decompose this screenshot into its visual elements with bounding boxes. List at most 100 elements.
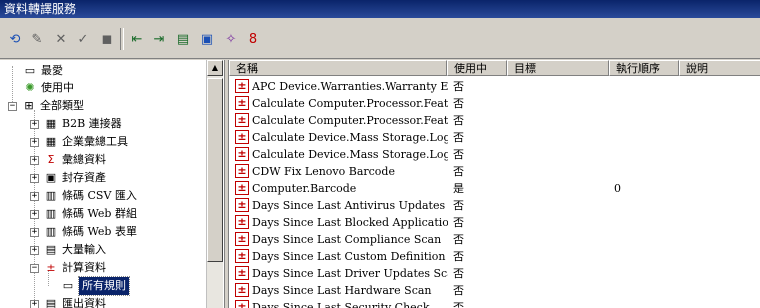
run-icon[interactable]: ✧ bbox=[222, 30, 240, 48]
expand-icon[interactable]: + bbox=[30, 227, 39, 237]
tree-node-icon: Σ bbox=[47, 153, 55, 166]
tree-item-computed-data[interactable]: − ± 計算資料 bbox=[30, 259, 106, 277]
list-row[interactable]: ± CDW Fix Lenovo Barcode 否 bbox=[229, 163, 760, 180]
rule-name: CDW Fix Lenovo Barcode bbox=[252, 165, 395, 178]
tree-item-all-types[interactable]: − ⊞ 全部類型 bbox=[8, 97, 84, 115]
approve-icon[interactable]: ✓ bbox=[74, 30, 92, 48]
rule-icon: ± bbox=[235, 96, 249, 110]
stop-icon[interactable]: ◼ bbox=[98, 30, 116, 48]
rule-icon: ± bbox=[235, 215, 249, 229]
list-row[interactable]: ±Days Since Last Antivirus Updates Scan 否 bbox=[229, 197, 760, 214]
tree-item-active[interactable]: ✺ 使用中 bbox=[22, 79, 74, 97]
list-row[interactable]: ± Days Since Last Security Check 否 bbox=[229, 299, 760, 308]
rule-icon: ± bbox=[235, 181, 249, 195]
tree-node-label: 條碼 Web 群組 bbox=[62, 207, 137, 220]
tree-item-export-data[interactable]: + ▤ 匯出資料 bbox=[30, 295, 106, 308]
import-icon[interactable]: ⇤ bbox=[128, 30, 146, 48]
list-row[interactable]: ±APC Device.Warranties.Warranty Expi... 否 bbox=[229, 78, 760, 95]
report-icon[interactable]: ▤ bbox=[174, 30, 192, 48]
tree-node-label: 全部類型 bbox=[40, 99, 84, 112]
refresh-icon[interactable]: ⟲ bbox=[6, 30, 24, 48]
tree-node-icon: ▭ bbox=[24, 64, 36, 77]
list-row[interactable]: ±Calculate Computer.Processor.Features..… bbox=[229, 95, 760, 112]
tree-item-archived-assets[interactable]: + ▣ 封存資產 bbox=[30, 169, 106, 187]
tree-item-enterprise-rollup[interactable]: + ▦ 企業彙總工具 bbox=[30, 133, 128, 151]
column-header-description[interactable]: 說明 bbox=[679, 60, 760, 76]
tree-scrollbar[interactable]: ▲ bbox=[206, 60, 223, 308]
rules-list: 名稱 使用中 目標 執行順序 說明 ± APC Device.Warranties… bbox=[228, 60, 760, 308]
rule-active: 否 bbox=[453, 97, 464, 110]
tree-node-label: 最愛 bbox=[41, 64, 63, 77]
rule-icon: ± bbox=[235, 130, 249, 144]
rule-active: 是 bbox=[453, 182, 464, 195]
tree-item-rollup-data[interactable]: + Σ 彙總資料 bbox=[30, 151, 106, 169]
order-icon[interactable]: 8 bbox=[244, 30, 262, 48]
rule-active: 否 bbox=[453, 233, 464, 246]
tree-item-all-rules[interactable]: ▭ 所有規則 bbox=[60, 276, 130, 296]
properties-icon[interactable]: ▣ bbox=[198, 30, 216, 48]
tree-item-bulk-input[interactable]: + ▤ 大量輸入 bbox=[30, 241, 106, 259]
rule-active: 否 bbox=[453, 250, 464, 263]
rule-name: Days Since Last Driver Updates Scan bbox=[252, 267, 448, 280]
column-header-target[interactable]: 目標 bbox=[507, 60, 609, 76]
scroll-up-icon[interactable]: ▲ bbox=[207, 60, 223, 76]
list-row[interactable]: ±Calculate Device.Mass Storage.Logical .… bbox=[229, 129, 760, 146]
rule-active: 否 bbox=[453, 216, 464, 229]
column-header-order[interactable]: 執行順序 bbox=[609, 60, 679, 76]
tree-item-favorites[interactable]: ▭ 最愛 bbox=[22, 62, 63, 80]
rule-icon: ± bbox=[235, 113, 249, 127]
list-row[interactable]: ±Calculate Device.Mass Storage.Logical .… bbox=[229, 146, 760, 163]
list-row[interactable]: ±Calculate Computer.Processor.Features..… bbox=[229, 112, 760, 129]
rule-name: Calculate Computer.Processor.Features...… bbox=[252, 114, 448, 127]
rule-active: 否 bbox=[453, 148, 464, 161]
rule-name: Days Since Last Custom Definition Scan bbox=[252, 250, 448, 263]
rule-name: Days Since Last Security Check bbox=[252, 301, 430, 308]
toolbar-separator bbox=[120, 28, 124, 50]
tree-node-icon: ▥ bbox=[45, 189, 57, 202]
list-row[interactable]: ±Days Since Last Custom Definition Scan 否 bbox=[229, 248, 760, 265]
rule-active: 否 bbox=[453, 131, 464, 144]
expand-icon[interactable]: + bbox=[30, 173, 39, 183]
expand-icon[interactable]: + bbox=[30, 191, 39, 201]
column-header-name[interactable]: 名稱 bbox=[229, 60, 447, 76]
tree-node-label: 使用中 bbox=[41, 81, 74, 94]
list-row[interactable]: ±Days Since Last Blocked Application S..… bbox=[229, 214, 760, 231]
expand-icon[interactable]: + bbox=[30, 155, 39, 165]
tree-item-barcode-csv-import[interactable]: + ▥ 條碼 CSV 匯入 bbox=[30, 187, 137, 205]
tree-node-label: B2B 連接器 bbox=[62, 117, 122, 130]
tree-node-icon: ⊞ bbox=[24, 99, 34, 112]
expand-icon[interactable]: + bbox=[30, 245, 39, 255]
delete-icon[interactable]: ✕ bbox=[52, 30, 70, 48]
rule-icon: ± bbox=[235, 266, 249, 280]
tree-item-barcode-web-group[interactable]: + ▥ 條碼 Web 群組 bbox=[30, 205, 137, 223]
expand-icon[interactable]: + bbox=[30, 299, 39, 308]
rule-icon: ± bbox=[235, 164, 249, 178]
tree-node-icon: ✺ bbox=[25, 81, 35, 94]
rule-active: 否 bbox=[453, 165, 464, 178]
tree-item-b2b-connector[interactable]: + ▦ B2B 連接器 bbox=[30, 115, 122, 133]
tree-node-icon: ▦ bbox=[45, 135, 57, 148]
list-row[interactable]: ± Days Since Last Hardware Scan 否 bbox=[229, 282, 760, 299]
category-tree[interactable]: ▭ 最愛 ✺ 使用中 − ⊞ 全部類型 + ▦ B2B 連接器 + ▦ 企業彙總工具 + Σ 彙總資料 + ▣ 封存… bbox=[0, 60, 225, 308]
scroll-thumb[interactable] bbox=[207, 78, 223, 262]
rule-name: Days Since Last Blocked Application S... bbox=[252, 216, 448, 229]
export-icon[interactable]: ⇥ bbox=[150, 30, 168, 48]
rule-active: 否 bbox=[453, 284, 464, 297]
expand-icon[interactable]: + bbox=[30, 119, 39, 129]
collapse-icon[interactable]: − bbox=[30, 263, 39, 273]
list-row[interactable]: ± Days Since Last Driver Updates Scan 否 bbox=[229, 265, 760, 282]
collapse-icon[interactable]: − bbox=[8, 101, 17, 111]
expand-icon[interactable]: + bbox=[30, 137, 39, 147]
rule-name: Calculate Computer.Processor.Features...… bbox=[252, 97, 448, 110]
list-row[interactable]: ± Days Since Last Compliance Scan 否 bbox=[229, 231, 760, 248]
list-row[interactable]: ± Computer.Barcode 是 0 bbox=[229, 180, 760, 197]
window-title: 資料轉譯服務 bbox=[4, 2, 77, 16]
rule-active: 否 bbox=[453, 114, 464, 127]
tree-item-barcode-web-form[interactable]: + ▥ 條碼 Web 表單 bbox=[30, 223, 137, 241]
rule-icon: ± bbox=[235, 300, 249, 308]
expand-icon[interactable]: + bbox=[30, 209, 39, 219]
tree-node-icon: ▥ bbox=[45, 225, 57, 238]
tree-node-icon: ± bbox=[46, 261, 56, 274]
edit-icon[interactable]: ✎ bbox=[28, 30, 46, 48]
column-header-active[interactable]: 使用中 bbox=[447, 60, 507, 76]
